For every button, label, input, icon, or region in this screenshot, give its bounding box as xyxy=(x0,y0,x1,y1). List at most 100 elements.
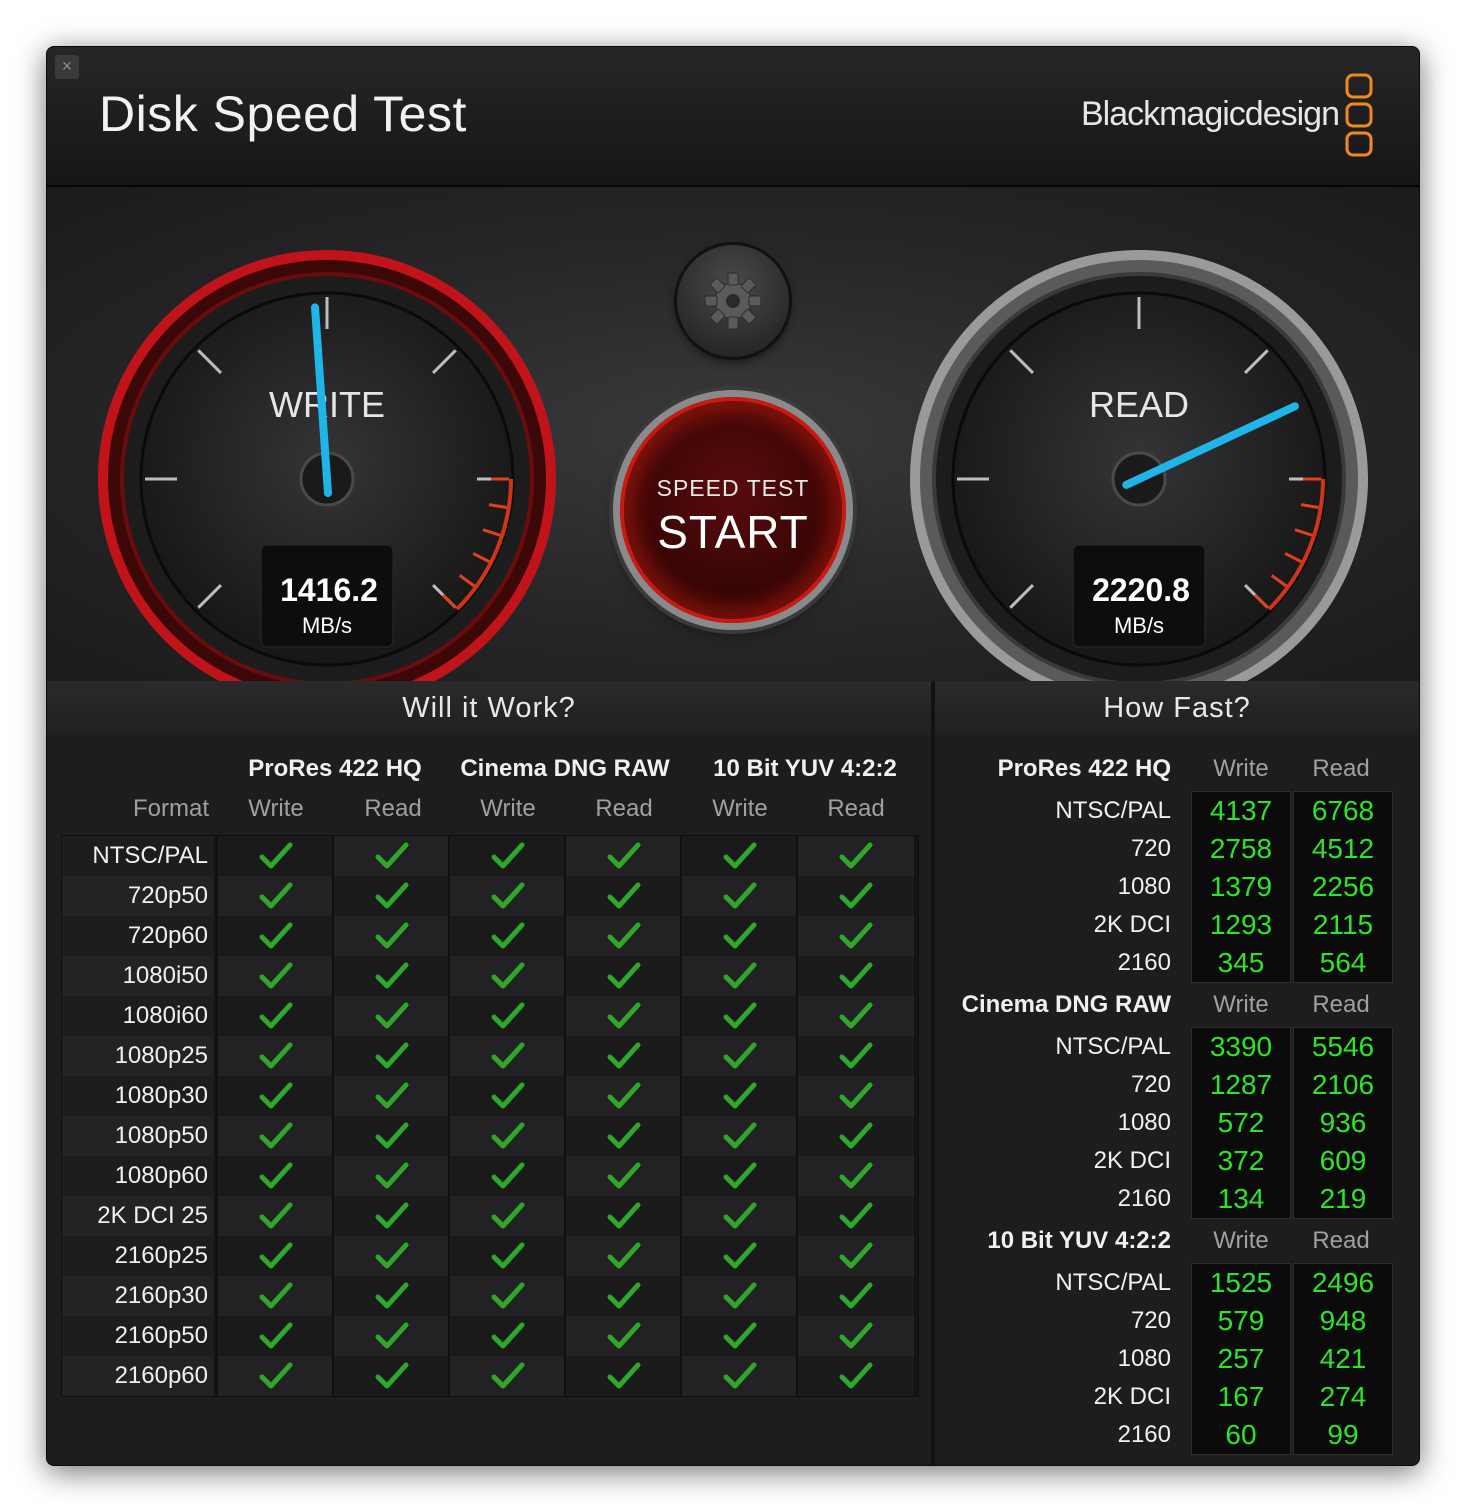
cell-prores-read xyxy=(332,1316,450,1356)
write-speed-value: 1525 xyxy=(1209,1267,1273,1298)
cell-prores-write xyxy=(216,1236,334,1276)
write-gauge-label: WRITE xyxy=(269,384,385,425)
checkmark-icon xyxy=(375,1322,409,1349)
write-speed-value: 4137 xyxy=(1209,795,1273,826)
read-column-header: Read xyxy=(1312,755,1370,782)
checkmark-icon xyxy=(839,1282,873,1309)
resolution-label: NTSC/PAL xyxy=(1055,1033,1171,1060)
gauge-area: 1416.2 MB/s WRITE 2220.8 MB/s READ SPEED… xyxy=(47,187,1419,681)
group-header-cinemadng: Cinema DNG RAW xyxy=(460,755,670,782)
write-readout: 1416.2 MB/s xyxy=(260,544,394,648)
checkmark-icon xyxy=(607,1362,641,1389)
cell-prores-read xyxy=(332,996,450,1036)
cell-yuv-read xyxy=(796,956,914,996)
checkmark-icon xyxy=(259,1162,293,1189)
table-row: 1080p60 xyxy=(62,1156,918,1196)
cell-prores-read xyxy=(332,1116,450,1156)
cell-prores-read xyxy=(332,1196,450,1236)
checkmark-icon xyxy=(607,1322,641,1349)
checkmark-icon xyxy=(723,962,757,989)
cell-yuv-write xyxy=(680,956,798,996)
write-gauge: 1416.2 MB/s WRITE xyxy=(98,250,556,681)
cell-yuv-read xyxy=(796,1116,914,1156)
cell-yuv-read xyxy=(796,1236,914,1276)
write-speed-value: 1379 xyxy=(1209,871,1273,902)
write-speed-value: 167 xyxy=(1217,1381,1265,1412)
write-speed-unit: MB/s xyxy=(302,613,352,638)
checkmark-icon xyxy=(375,1122,409,1149)
write-speed-value: 2758 xyxy=(1209,833,1273,864)
close-button[interactable]: × xyxy=(55,55,79,79)
checkmark-icon xyxy=(607,1042,641,1069)
cell-yuv-read xyxy=(796,1076,914,1116)
read-speed-value: 564 xyxy=(1319,947,1367,978)
cell-yuv-write xyxy=(680,1196,798,1236)
checkmark-icon xyxy=(259,1362,293,1389)
cell-prores-read xyxy=(332,956,450,996)
cell-dng-write xyxy=(448,836,566,876)
resolution-label: 1080 xyxy=(1117,1345,1171,1372)
cell-yuv-read xyxy=(796,916,914,956)
cell-prores-read xyxy=(332,916,450,956)
group-header-prores: ProRes 422 HQ xyxy=(248,755,422,782)
table-row: 1080p50 xyxy=(62,1116,918,1156)
checkmark-icon xyxy=(491,1042,525,1069)
checkmark-icon xyxy=(839,1002,873,1029)
checkmark-icon xyxy=(491,1282,525,1309)
checkmark-icon xyxy=(607,1242,641,1269)
cell-yuv-write xyxy=(680,836,798,876)
cell-prores-write xyxy=(216,996,334,1036)
start-button[interactable]: SPEED TEST START xyxy=(620,397,846,623)
settings-button[interactable] xyxy=(677,245,789,357)
cell-dng-read xyxy=(564,1156,682,1196)
checkmark-icon xyxy=(723,1162,757,1189)
cell-prores-read xyxy=(332,1236,450,1276)
resolution-label: 1080 xyxy=(1117,873,1171,900)
cell-dng-read xyxy=(564,1316,682,1356)
cell-yuv-write xyxy=(680,876,798,916)
cell-prores-read xyxy=(332,1356,450,1396)
close-icon: × xyxy=(61,56,73,76)
checkmark-icon xyxy=(723,1082,757,1109)
checkmark-icon xyxy=(259,1002,293,1029)
checkmark-icon xyxy=(607,882,641,909)
read-speed-value: 99 xyxy=(1327,1419,1359,1450)
brand-name: Blackmagicdesign xyxy=(1080,95,1340,133)
read-column-header: Read xyxy=(1312,991,1370,1018)
cell-dng-write xyxy=(448,876,566,916)
read-gauge: 2220.8 MB/s READ xyxy=(910,250,1368,681)
checkmark-icon xyxy=(607,1202,641,1229)
write-speed-value: 257 xyxy=(1217,1343,1265,1374)
read-speed-unit: MB/s xyxy=(1114,613,1164,638)
cell-dng-write xyxy=(448,1036,566,1076)
checkmark-icon xyxy=(259,842,293,869)
format-label: 2160p25 xyxy=(114,1242,208,1269)
resolution-label: 2160 xyxy=(1117,1185,1171,1212)
cell-yuv-write xyxy=(680,1156,798,1196)
checkmark-icon xyxy=(839,1042,873,1069)
table-row: 2160p50 xyxy=(62,1316,918,1356)
checkmark-icon xyxy=(491,1082,525,1109)
checkmark-icon xyxy=(259,1242,293,1269)
speed-section-title: 10 Bit YUV 4:2:2 xyxy=(987,1227,1171,1254)
cell-dng-write xyxy=(448,1236,566,1276)
app-window: × Disk Speed Test Blackmagicdesign 1416.… xyxy=(46,46,1420,1466)
cell-prores-read xyxy=(332,1036,450,1076)
resolution-label: 2K DCI xyxy=(1093,1147,1171,1174)
cell-dng-read xyxy=(564,996,682,1036)
checkmark-icon xyxy=(723,842,757,869)
resolution-label: 720 xyxy=(1130,1071,1171,1098)
read-column-header: Read xyxy=(1312,1227,1370,1254)
checkmark-icon xyxy=(375,1002,409,1029)
cell-prores-write xyxy=(216,956,334,996)
subheader-prores-write: Write xyxy=(248,795,304,822)
write-speed-value: 1293 xyxy=(1209,909,1273,940)
cell-prores-write xyxy=(216,1196,334,1236)
table-row: 1080p25 xyxy=(62,1036,918,1076)
table-row: 1080i50 xyxy=(62,956,918,996)
checkmark-icon xyxy=(607,922,641,949)
how-fast-heading: How Fast? xyxy=(935,681,1419,736)
cell-dng-read xyxy=(564,1076,682,1116)
read-speed-value: 6768 xyxy=(1311,795,1375,826)
cell-yuv-write xyxy=(680,996,798,1036)
